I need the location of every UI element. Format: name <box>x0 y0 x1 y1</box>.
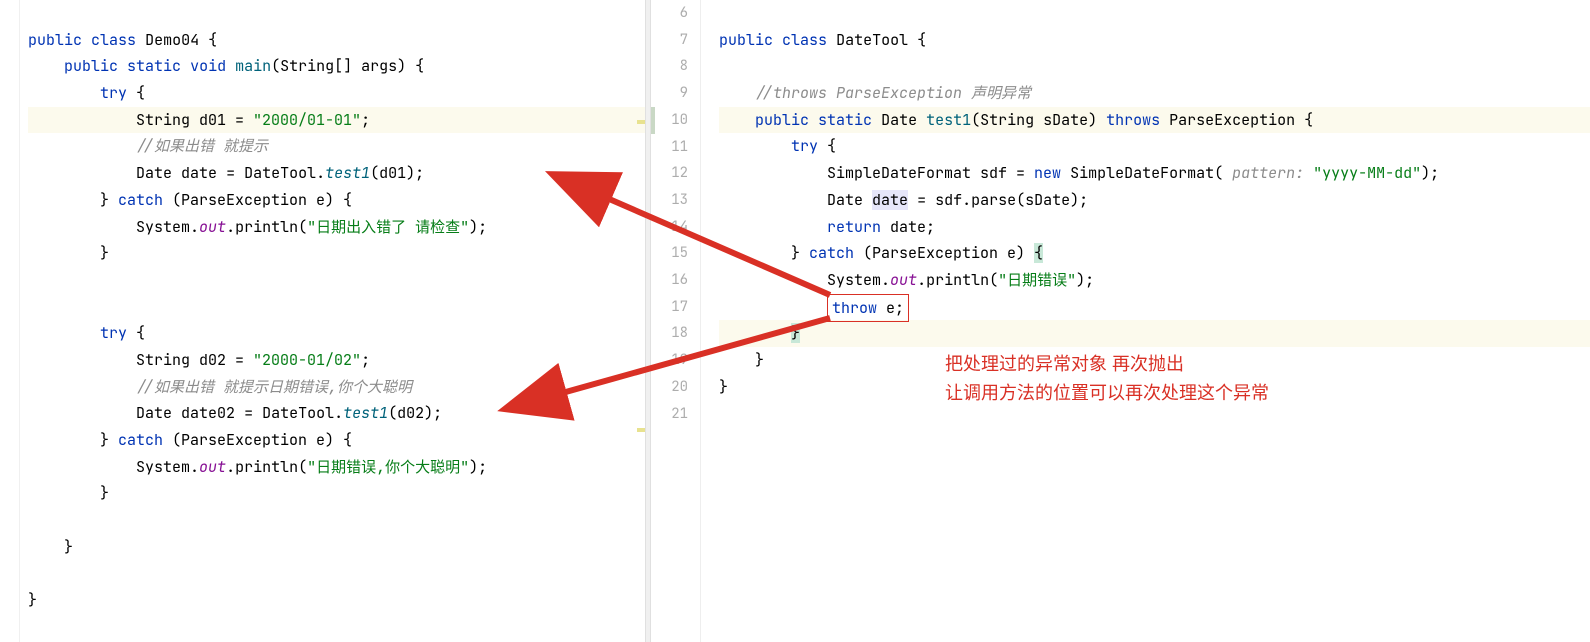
code-line[interactable] <box>28 267 645 294</box>
code-line[interactable]: //如果出错 就提示 <box>28 133 645 160</box>
left-fold-gutter[interactable] <box>0 0 20 642</box>
code-line[interactable]: System.out.println("日期出入错了 请检查"); <box>28 214 645 241</box>
code-line[interactable]: try { <box>28 320 645 347</box>
code-line[interactable]: } catch (ParseException e) { <box>719 240 1590 267</box>
line-number: 10 <box>651 107 688 134</box>
line-number: 7 <box>651 27 688 54</box>
code-line[interactable]: } catch (ParseException e) { <box>28 187 645 214</box>
code-line[interactable]: } <box>28 587 645 614</box>
right-code-area[interactable]: 6789101112131415161718192021 public clas… <box>651 0 1590 642</box>
code-line[interactable]: System.out.println("日期错误"); <box>719 267 1590 294</box>
line-number: 12 <box>651 160 688 187</box>
line-number: 9 <box>651 80 688 107</box>
code-line[interactable]: String d02 = "2000-01/02"; <box>28 347 645 374</box>
code-line[interactable]: } <box>28 240 645 267</box>
code-line[interactable]: Date date = sdf.parse(sDate); <box>719 187 1590 214</box>
code-line[interactable]: try { <box>719 133 1590 160</box>
left-code-lines[interactable]: public class Demo04 { public static void… <box>20 0 645 642</box>
code-line[interactable] <box>719 0 1590 27</box>
code-line[interactable]: public class Demo04 { <box>28 27 645 54</box>
line-number: 18 <box>651 320 688 347</box>
code-line[interactable]: throw e; <box>719 294 1590 321</box>
code-line[interactable]: Date date = DateTool.test1(d01); <box>28 160 645 187</box>
code-line[interactable]: try { <box>28 80 645 107</box>
code-line[interactable]: } <box>28 534 645 561</box>
code-line[interactable]: String d01 = "2000/01-01"; <box>28 107 645 134</box>
line-number: 20 <box>651 374 688 401</box>
change-marker <box>651 107 655 134</box>
left-editor-pane: public class Demo04 { public static void… <box>0 0 645 642</box>
change-marker <box>637 428 645 432</box>
line-number: 14 <box>651 214 688 241</box>
code-line[interactable] <box>28 294 645 321</box>
code-line[interactable] <box>719 53 1590 80</box>
annotation-line-1: 把处理过的异常对象 再次抛出 <box>945 350 1269 379</box>
code-line[interactable]: return date; <box>719 214 1590 241</box>
right-line-numbers: 6789101112131415161718192021 <box>651 0 701 642</box>
right-change-marks <box>701 0 711 642</box>
code-line[interactable]: //throws ParseException 声明异常 <box>719 80 1590 107</box>
annotation-line-2: 让调用方法的位置可以再次处理这个异常 <box>945 379 1269 408</box>
throw-statement-box: throw e; <box>827 294 909 323</box>
right-editor-pane: 6789101112131415161718192021 public clas… <box>651 0 1590 642</box>
code-line[interactable]: public class DateTool { <box>719 27 1590 54</box>
code-line[interactable] <box>28 507 645 534</box>
line-number: 16 <box>651 267 688 294</box>
line-number: 19 <box>651 347 688 374</box>
code-line[interactable]: } catch (ParseException e) { <box>28 427 645 454</box>
code-line[interactable]: } <box>28 480 645 507</box>
code-line[interactable]: //如果出错 就提示日期错误,你个大聪明 <box>28 374 645 401</box>
code-line[interactable]: Date date02 = DateTool.test1(d02); <box>28 400 645 427</box>
line-number: 11 <box>651 134 688 161</box>
left-code-area[interactable]: public class Demo04 { public static void… <box>0 0 645 642</box>
line-number: 15 <box>651 240 688 267</box>
line-number: 8 <box>651 53 688 80</box>
code-line[interactable] <box>28 560 645 587</box>
code-line[interactable]: public static Date test1(String sDate) t… <box>719 107 1590 134</box>
line-number: 17 <box>651 294 688 321</box>
right-code-lines[interactable]: public class DateTool { //throws ParseEx… <box>711 0 1590 642</box>
code-line[interactable] <box>28 0 645 27</box>
line-number: 6 <box>651 0 688 27</box>
code-line[interactable]: SimpleDateFormat sdf = new SimpleDateFor… <box>719 160 1590 187</box>
code-line[interactable]: public static void main(String[] args) { <box>28 53 645 80</box>
change-marker <box>637 120 645 124</box>
annotation-text: 把处理过的异常对象 再次抛出 让调用方法的位置可以再次处理这个异常 <box>945 350 1269 408</box>
code-line[interactable]: } <box>719 320 1590 347</box>
code-line[interactable]: System.out.println("日期错误,你个大聪明"); <box>28 454 645 481</box>
line-number: 21 <box>651 401 688 428</box>
line-number: 13 <box>651 187 688 214</box>
